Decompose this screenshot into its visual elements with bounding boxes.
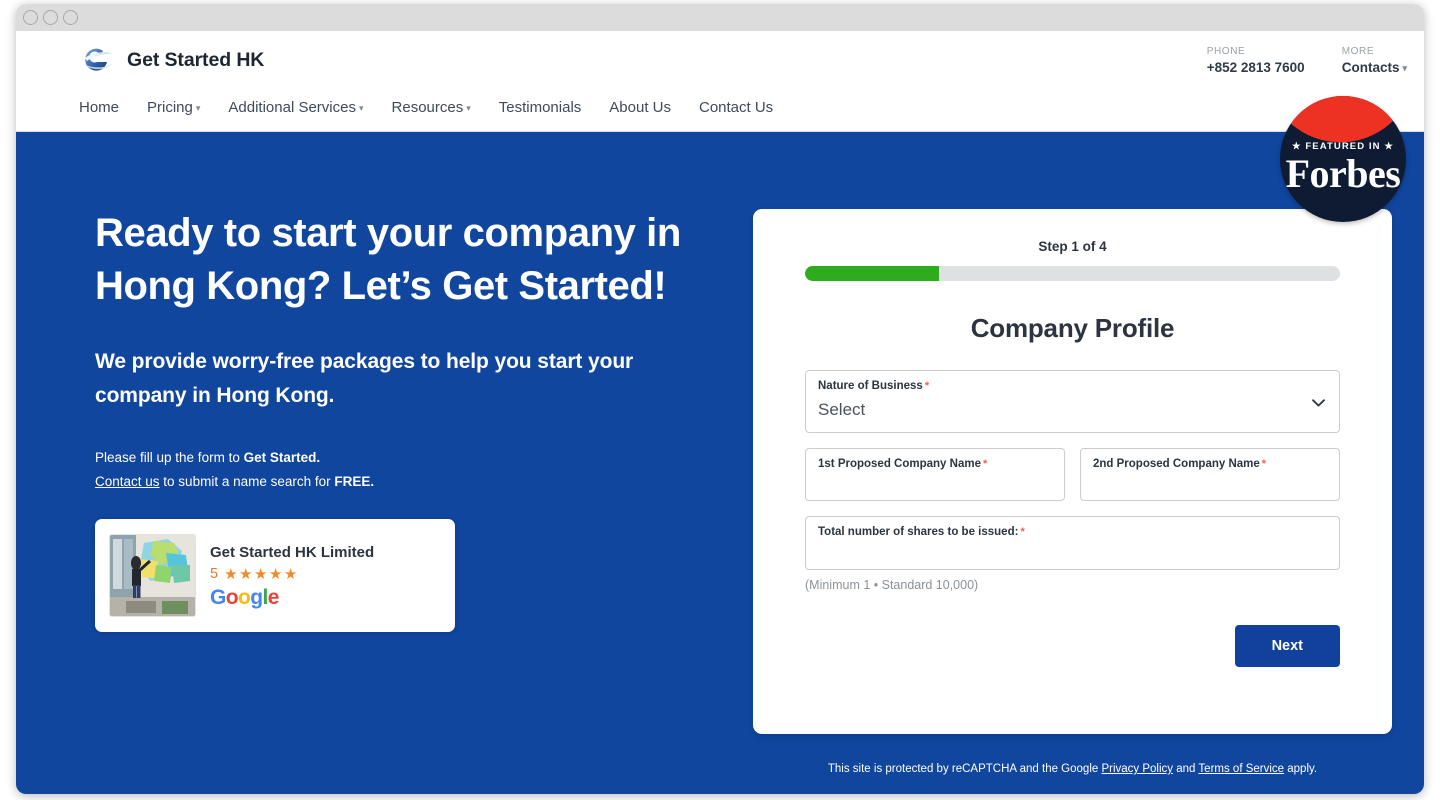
contact-us-link[interactable]: Contact us	[95, 474, 160, 489]
total-shares-label: Total number of shares to be issued: *	[818, 526, 1327, 540]
label-text: 1st Proposed Company Name	[818, 457, 981, 470]
first-company-name-field[interactable]: 1st Proposed Company Name *	[805, 447, 1065, 504]
nav-label: Contact Us	[698, 99, 774, 116]
nature-of-business-field[interactable]: Nature of Business * Select	[805, 370, 1340, 433]
form-heading: Company Profile	[970, 313, 1175, 343]
label-text: 2nd Proposed Company Name	[1093, 457, 1260, 470]
second-company-name-label: 2nd Proposed Company Name *	[1093, 458, 1327, 472]
site-header: Get Started HK PHONE +852 2813 7600 MORE…	[16, 31, 1424, 132]
nav-item-resources[interactable]: Resources ▾	[392, 96, 471, 119]
form-actions: Next	[805, 624, 1340, 667]
signup-form-card: Step 1 of 4 Company Profile Nature of Bu…	[753, 209, 1392, 734]
recaptcha-mid: and	[1173, 763, 1199, 775]
nav-label: About Us	[609, 99, 671, 116]
company-name-row: 1st Proposed Company Name * 2nd Proposed …	[805, 447, 1340, 516]
review-rating: 5 ★★★★★	[210, 565, 374, 583]
progress-bar	[805, 266, 1340, 281]
nav-item-contact-us[interactable]: Contact Us	[699, 96, 773, 119]
review-business-name: Get Started HK Limited	[210, 543, 375, 561]
brand-name: Get Started HK	[127, 48, 265, 71]
terms-of-service-link[interactable]: Terms of Service	[1198, 763, 1284, 775]
nav-item-pricing[interactable]: Pricing ▾	[147, 96, 200, 119]
chevron-down-icon	[1312, 399, 1325, 407]
first-company-name-input[interactable]	[818, 471, 1052, 504]
chevron-down-icon: ▾	[1402, 63, 1407, 73]
chevron-down-icon: ▾	[466, 103, 471, 113]
total-shares-input[interactable]	[818, 539, 1327, 572]
nav-label: Testimonials	[498, 99, 582, 116]
label-text: Total number of shares to be issued:	[818, 525, 1019, 538]
window-controls	[23, 10, 78, 25]
contacts-dropdown[interactable]: Contacts ▾	[1342, 60, 1407, 75]
nature-of-business-label: Nature of Business *	[818, 380, 1327, 394]
privacy-policy-link[interactable]: Privacy Policy	[1101, 763, 1173, 775]
close-window-dot[interactable]	[23, 10, 38, 25]
nav-item-additional-services[interactable]: Additional Services ▾	[228, 96, 363, 119]
required-marker: *	[1261, 457, 1267, 470]
nav-label: Pricing	[147, 99, 193, 116]
review-info: Get Started HK Limited 5 ★★★★★ Google	[210, 542, 374, 610]
next-button[interactable]: Next	[1234, 624, 1340, 667]
header-phone-block: PHONE +852 2813 7600	[1207, 46, 1305, 75]
recaptcha-notice: This site is protected by reCAPTCHA and …	[753, 763, 1392, 775]
step-indicator: Step 1 of 4	[1038, 239, 1107, 254]
phone-label: PHONE	[1206, 46, 1246, 57]
hero-section: ★ FEATURED IN ★ Forbes Ready to start yo…	[16, 96, 1424, 794]
required-marker: *	[924, 380, 930, 392]
more-label: MORE	[1341, 46, 1375, 57]
office-map-photo	[110, 535, 195, 616]
hero-copy: Ready to start your company in Hong Kong…	[95, 207, 715, 493]
header-contact-info: PHONE +852 2813 7600 MORE Contacts ▾	[1207, 46, 1407, 75]
nav-item-about-us[interactable]: About Us	[609, 96, 671, 119]
maximize-window-dot[interactable]	[63, 10, 78, 25]
nav-item-testimonials[interactable]: Testimonials	[499, 96, 582, 119]
swirl-globe-logo-icon	[82, 48, 113, 71]
first-company-name-label: 1st Proposed Company Name *	[818, 458, 1052, 472]
chevron-down-icon: ▾	[195, 103, 201, 113]
label-text: Nature of Business	[818, 380, 923, 392]
nav-item-home[interactable]: Home	[79, 96, 119, 119]
forbes-featured-text: ★ FEATURED IN ★	[1292, 140, 1394, 152]
total-shares-field[interactable]: Total number of shares to be issued: *	[805, 515, 1340, 572]
minimize-window-dot[interactable]	[43, 10, 58, 25]
nature-of-business-value: Select	[818, 399, 866, 419]
forbes-wordmark: Forbes	[1285, 150, 1401, 196]
nav-label: Additional Services	[228, 99, 356, 116]
recaptcha-pre: This site is protected by reCAPTCHA and …	[827, 763, 1102, 775]
phone-number[interactable]: +852 2813 7600	[1207, 60, 1305, 75]
recaptcha-post: apply.	[1284, 763, 1318, 775]
hero-title-strong: Let’s Get Started!	[341, 263, 667, 308]
note-line1-pre: Please fill up the form to	[95, 449, 244, 465]
note-line2-bold: FREE.	[334, 473, 375, 489]
second-company-name-field[interactable]: 2nd Proposed Company Name *	[1080, 447, 1340, 504]
forbes-featured-badge[interactable]: ★ FEATURED IN ★ Forbes	[1280, 96, 1406, 222]
google-review-card[interactable]: Get Started HK Limited 5 ★★★★★ Google	[95, 519, 455, 632]
header-more-block: MORE Contacts ▾	[1342, 46, 1407, 75]
required-marker: *	[982, 457, 988, 470]
nav-label: Home	[79, 99, 120, 116]
browser-window: Get Started HK PHONE +852 2813 7600 MORE…	[16, 4, 1424, 794]
hero-subtitle: We provide worry-free packages to help y…	[95, 349, 634, 408]
main-navigation: Home Pricing ▾ Additional Services ▾ Resou…	[79, 96, 773, 119]
hero-note: Please fill up the form to Get Started. …	[95, 446, 715, 493]
brand[interactable]: Get Started HK	[79, 44, 264, 76]
note-line2-mid: to submit a name search for	[159, 473, 335, 489]
contacts-label: Contacts	[1341, 60, 1400, 75]
required-marker: *	[1020, 525, 1025, 538]
rating-value: 5	[210, 565, 219, 582]
star-rating-icon: ★★★★★	[224, 565, 299, 583]
review-thumbnail	[109, 534, 196, 617]
google-logo: Google	[210, 585, 279, 609]
browser-titlebar	[16, 4, 1424, 31]
progress-bar-fill	[805, 266, 939, 281]
page-title: Ready to start your company in Hong Kong…	[95, 207, 715, 313]
nav-label: Resources	[391, 99, 464, 116]
page-viewport: Get Started HK PHONE +852 2813 7600 MORE…	[16, 31, 1424, 794]
second-company-name-input[interactable]	[1093, 471, 1327, 504]
chevron-down-icon: ▾	[358, 103, 364, 113]
total-shares-helper: (Minimum 1 • Standard 10,000)	[805, 577, 979, 592]
note-line1-bold: Get Started.	[243, 449, 321, 465]
